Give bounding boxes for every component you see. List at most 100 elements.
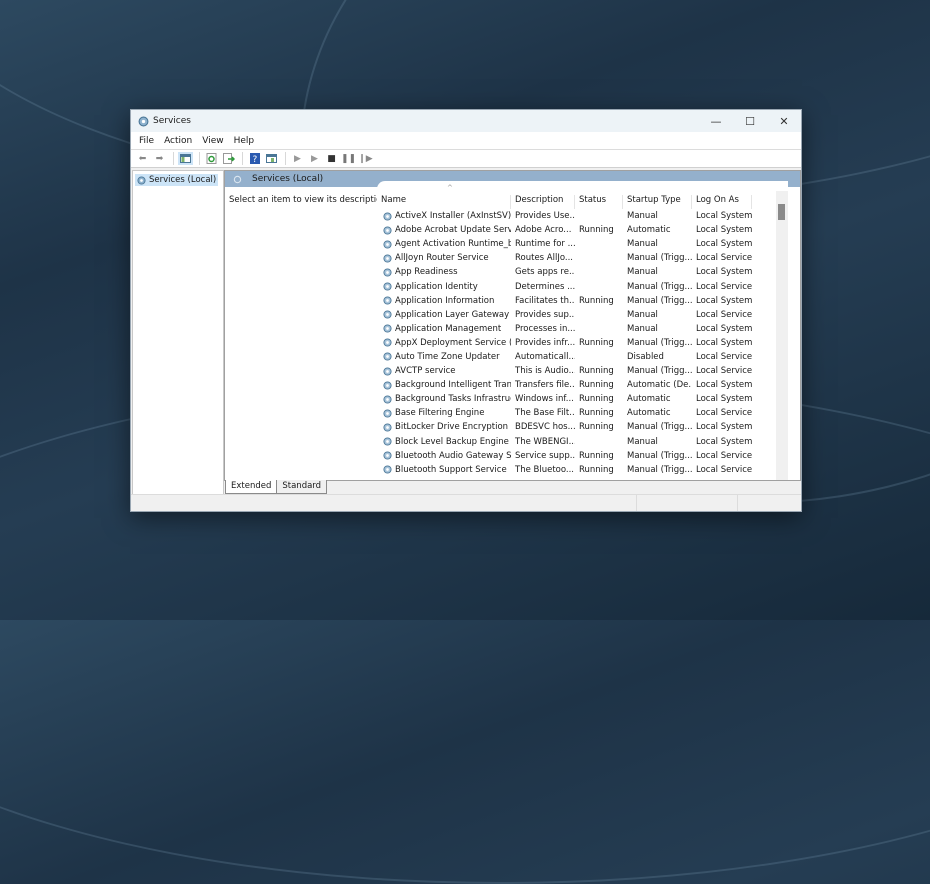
cell-startup-type-text: Manual — [627, 323, 658, 334]
maximize-button[interactable]: ☐ — [733, 110, 767, 132]
minimize-button[interactable]: — — [699, 110, 733, 132]
export-list-icon[interactable] — [221, 152, 236, 165]
cell-log-on-as: Local Service — [692, 310, 752, 320]
cell-description-text: Runtime for ... — [515, 239, 575, 250]
vertical-scrollbar[interactable] — [776, 191, 788, 480]
stop-service-icon[interactable]: ■ — [324, 152, 339, 165]
menu-help[interactable]: Help — [234, 136, 255, 146]
table-row[interactable]: Adobe Acrobat Update Servi... Adobe Acro.… — [377, 223, 752, 237]
tree-item-services-local[interactable]: Services (Local) — [135, 174, 219, 186]
service-gear-icon — [383, 381, 392, 390]
cell-description: BDESVC hos... — [511, 422, 575, 432]
cell-name-text: Application Layer Gateway S... — [395, 309, 511, 320]
start-service-icon[interactable]: ▶ — [290, 152, 305, 165]
start-service-alt-icon[interactable]: ▶ — [307, 152, 322, 165]
cell-startup-type-text: Manual (Trigg... — [627, 422, 692, 433]
table-row[interactable]: ActiveX Installer (AxInstSV) Provides Use… — [377, 209, 752, 223]
cell-status-text: Running — [579, 394, 614, 405]
cell-name: AVCTP service — [377, 366, 511, 376]
menu-file[interactable]: File — [139, 136, 154, 146]
close-button[interactable]: ✕ — [767, 110, 801, 132]
cell-name-text: Application Information — [395, 295, 495, 306]
column-header-description[interactable]: Description — [511, 195, 575, 209]
console-tree: Services (Local) — [132, 170, 224, 495]
pause-service-icon[interactable]: ❚❚ — [341, 152, 356, 165]
cell-startup-type: Manual — [623, 267, 692, 277]
resume-service-icon[interactable]: ❙▶ — [358, 152, 373, 165]
cell-startup-type: Manual (Trigg... — [623, 422, 692, 432]
table-row[interactable]: Base Filtering Engine The Base Filt... Run… — [377, 406, 752, 420]
table-row[interactable]: Application Management Processes in... Man… — [377, 322, 752, 336]
properties-icon[interactable] — [264, 152, 279, 165]
cell-status-text: Running — [579, 464, 614, 475]
cell-description: The Base Filt... — [511, 408, 575, 418]
cell-description: This is Audio... — [511, 366, 575, 376]
table-row[interactable]: Agent Activation Runtime_b... Runtime for… — [377, 237, 752, 251]
title-bar[interactable]: Services — ☐ ✕ — [131, 110, 801, 132]
show-hide-console-tree-icon[interactable] — [178, 152, 193, 165]
cell-name-text: Adobe Acrobat Update Servi... — [395, 225, 511, 236]
cell-name: Agent Activation Runtime_b... — [377, 239, 511, 249]
cell-name: Background Tasks Infrastruc... — [377, 394, 511, 404]
tab-extended[interactable]: Extended — [225, 480, 278, 494]
services-list: ^ Name Description Status Startup Type L… — [377, 181, 788, 480]
table-row[interactable]: Background Intelligent Tran... Transfers … — [377, 378, 752, 392]
table-row[interactable]: Application Identity Determines ... Manual… — [377, 279, 752, 293]
status-section — [131, 495, 637, 511]
cell-status: Running — [575, 380, 623, 390]
cell-startup-type-text: Manual (Trigg... — [627, 366, 692, 377]
column-header-log-on-as[interactable]: Log On As — [692, 195, 752, 209]
table-row[interactable]: Background Tasks Infrastruc... Windows in… — [377, 392, 752, 406]
column-header-startup-type[interactable]: Startup Type — [623, 195, 692, 209]
cell-description-text: Transfers file... — [515, 380, 575, 391]
table-row[interactable]: BitLocker Drive Encryption S... BDESVC ho… — [377, 420, 752, 434]
cell-description-text: Automaticall... — [515, 351, 575, 362]
sort-caret-icon: ^ — [447, 184, 453, 192]
back-icon[interactable]: ⬅ — [135, 152, 150, 165]
cell-startup-type: Manual (Trigg... — [623, 253, 692, 263]
service-gear-icon — [383, 254, 392, 263]
service-gear-icon — [383, 352, 392, 362]
refresh-icon[interactable] — [204, 152, 219, 165]
cell-status-text: Running — [579, 422, 614, 433]
menu-view[interactable]: View — [202, 136, 223, 146]
toolbar-separator — [242, 152, 243, 165]
cell-status-text: Running — [579, 408, 614, 419]
cell-startup-type: Manual (Trigg... — [623, 296, 692, 306]
table-row[interactable]: Application Layer Gateway S... Provides s… — [377, 308, 752, 322]
table-row[interactable]: Auto Time Zone Updater Automaticall... Dis… — [377, 350, 752, 364]
cell-name: Block Level Backup Engine S... — [377, 437, 511, 447]
cell-startup-type-text: Manual — [627, 436, 658, 447]
cell-description: Automaticall... — [511, 352, 575, 362]
cell-startup-type: Disabled — [623, 352, 692, 362]
menu-action[interactable]: Action — [164, 136, 192, 146]
table-row[interactable]: AVCTP service This is Audio... Running Manu… — [377, 364, 752, 378]
scrollbar-thumb[interactable] — [778, 204, 785, 220]
cell-log-on-as-text: Local System — [696, 267, 752, 278]
column-header-name[interactable]: Name — [377, 195, 511, 209]
table-row[interactable]: Bluetooth Support Service The Bluetoo... R… — [377, 463, 752, 477]
cell-startup-type-text: Manual (Trigg... — [627, 464, 692, 475]
table-row[interactable]: Application Information Facilitates th...… — [377, 294, 752, 308]
forward-icon[interactable]: ➡ — [152, 152, 167, 165]
table-row[interactable]: AppX Deployment Service (A... Provides in… — [377, 336, 752, 350]
view-tabs: Extended Standard — [225, 480, 328, 494]
service-gear-icon — [383, 409, 392, 418]
table-row[interactable]: AllJoyn Router Service Routes AllJo... Man… — [377, 251, 752, 265]
column-header-status[interactable]: Status — [575, 195, 623, 209]
services-window: Services — ☐ ✕ File Action View Help ⬅ ➡… — [130, 109, 802, 512]
service-gear-icon — [383, 338, 392, 347]
cell-status: Running — [575, 465, 623, 475]
menu-bar: File Action View Help — [131, 132, 801, 150]
table-row[interactable]: App Readiness Gets apps re... Manual Local … — [377, 265, 752, 279]
help-icon[interactable]: ? — [247, 152, 262, 165]
cell-name: Application Information — [377, 296, 511, 306]
tab-standard[interactable]: Standard — [276, 480, 328, 494]
cell-startup-type-text: Manual (Trigg... — [627, 281, 692, 292]
cell-description: Windows inf... — [511, 394, 575, 404]
cell-name: ActiveX Installer (AxInstSV) — [377, 211, 511, 221]
cell-startup-type: Manual (Trigg... — [623, 451, 692, 461]
cell-log-on-as-text: Local Service — [696, 366, 752, 377]
table-row[interactable]: Bluetooth Audio Gateway Se... Service sup… — [377, 449, 752, 463]
table-row[interactable]: Block Level Backup Engine S... The WBENGI… — [377, 435, 752, 449]
